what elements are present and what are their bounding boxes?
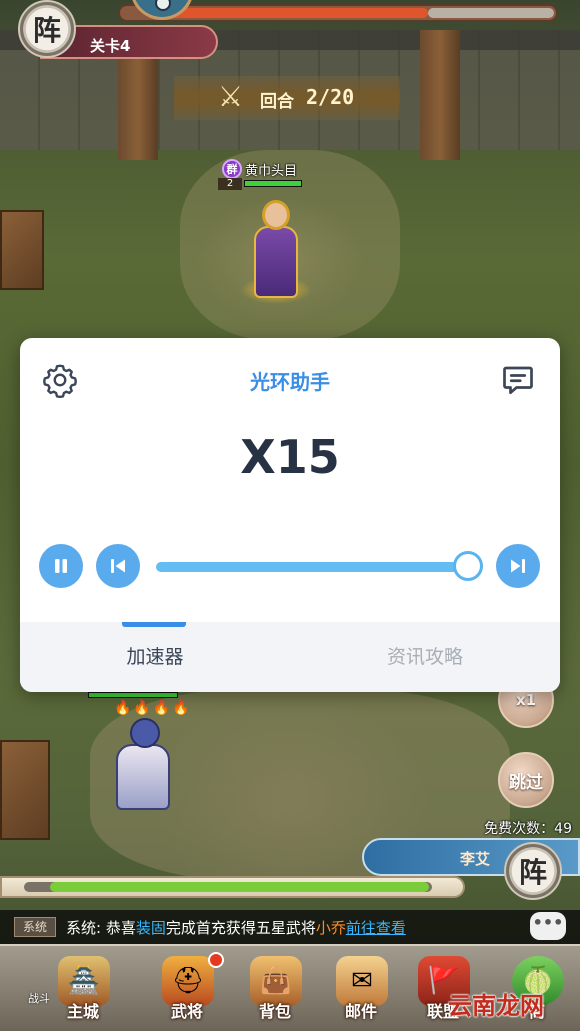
tab-news-guides[interactable]: 资讯攻略 — [290, 642, 560, 669]
formation-badge[interactable]: 阵 — [18, 0, 76, 58]
speed-up-button[interactable] — [496, 544, 540, 588]
wooden-crate — [0, 210, 44, 290]
nav-item-generals[interactable]: ⛑ 武将 — [144, 952, 230, 1031]
chat-link[interactable]: 前往查看 — [346, 919, 406, 937]
battle-label: 战斗 — [28, 992, 50, 1005]
enemy-tag: 群 黄巾头目 — [222, 158, 297, 180]
speed-multiplier: X15 — [240, 430, 340, 484]
nav-label: 背包 — [258, 1002, 291, 1021]
ally-hp-bar — [88, 692, 178, 698]
stage-label: 关卡4 — [90, 37, 131, 55]
pause-icon — [55, 559, 67, 573]
boss-hp-empty — [428, 8, 554, 18]
chat-bubble-icon[interactable]: ••• — [530, 912, 566, 940]
battle-progress-bar — [0, 876, 465, 898]
speed-slider[interactable] — [156, 551, 483, 581]
slider-fill — [156, 562, 468, 572]
free-count-label: 免费次数：49 — [484, 821, 572, 837]
chat-message: 系统: 恭喜装固完成首充获得五星武将小乔前往查看 — [66, 917, 406, 938]
enemy-character[interactable] — [240, 196, 312, 304]
faction-badge: 群 — [222, 159, 242, 179]
wooden-crate — [0, 740, 50, 840]
skip-forward-icon — [511, 559, 525, 573]
chat-equip: 装固 — [135, 919, 166, 937]
player-name: 李艾 — [460, 850, 491, 868]
panel-title: 光环助手 — [250, 370, 330, 394]
round-label: 回合 — [260, 92, 294, 112]
nav-label: 武将 — [170, 1002, 203, 1021]
speed-helper-panel: 光环助手 X15 加速器 资讯攻略 — [20, 338, 560, 692]
tab-accelerator[interactable]: 加速器 — [20, 642, 290, 669]
watermark-logo: 云南龙网 — [448, 991, 544, 1020]
gate-pillar-right — [420, 30, 460, 160]
boss-hp-fill — [160, 8, 428, 18]
round-banner: ⚔ 回合 2/20 — [174, 76, 400, 120]
skip-back-icon — [111, 559, 125, 573]
feedback-message-icon[interactable] — [500, 362, 536, 398]
active-tab-indicator — [122, 622, 186, 627]
enemy-name: 黄巾头目 — [245, 163, 298, 179]
player-formation-badge[interactable]: 阵 — [504, 842, 562, 900]
pause-button[interactable] — [39, 544, 83, 588]
nav-label: 邮件 — [344, 1002, 377, 1021]
crossed-swords-icon: ⚔ — [218, 80, 244, 113]
slider-thumb[interactable] — [453, 551, 483, 581]
skip-button[interactable]: 跳过 — [498, 752, 554, 808]
system-tag: 系统 — [14, 917, 56, 937]
nav-label: 主城 — [66, 1002, 99, 1021]
nav-item-bag[interactable]: 👜 背包 — [232, 952, 318, 1031]
chat-hero: 小乔 — [315, 919, 346, 937]
progress-fill — [50, 882, 429, 892]
enemy-hp-bar — [244, 180, 302, 187]
nav-item-mail[interactable]: ✉ 邮件 — [318, 952, 404, 1031]
ally-character[interactable] — [108, 712, 178, 820]
chat-prefix: 系统: 恭喜 — [66, 919, 136, 937]
round-value: 2/20 — [306, 85, 355, 109]
chat-middle: 完成首充获得五星武将 — [165, 919, 316, 937]
chat-bar[interactable]: 系统 系统: 恭喜装固完成首充获得五星武将小乔前往查看 — [0, 910, 580, 944]
enemy-level: 2 — [218, 178, 242, 190]
nav-item-main-city[interactable]: 🏯 主城 — [40, 952, 126, 1031]
notification-dot — [208, 952, 224, 968]
panel-tabs: 加速器 资讯攻略 — [20, 622, 560, 692]
slow-down-button[interactable] — [96, 544, 140, 588]
